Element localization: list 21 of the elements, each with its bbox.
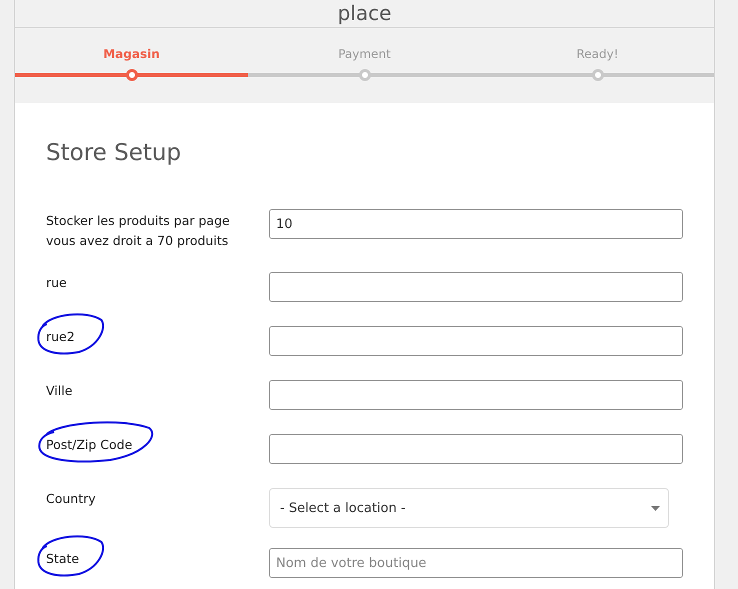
- input-field[interactable]: [269, 380, 683, 410]
- field-label: Post/Zip Code: [46, 436, 134, 454]
- input-field[interactable]: Nom de votre boutique: [269, 548, 683, 578]
- field-label: Ville: [46, 382, 74, 400]
- field-label: rue2: [46, 328, 76, 346]
- step-label[interactable]: Magasin: [103, 47, 160, 65]
- field-hint: vous avez droit a 70 produits: [46, 232, 230, 250]
- field-label: Stocker les produits par page: [46, 212, 231, 230]
- caret-icon: [651, 506, 660, 510]
- input-field[interactable]: [269, 272, 683, 302]
- field-label: Country: [46, 490, 97, 508]
- form-title: Store Setup: [46, 140, 182, 166]
- field-label: State: [46, 550, 80, 568]
- input-field[interactable]: [269, 326, 683, 356]
- step-label[interactable]: Ready!: [576, 47, 619, 65]
- input-field[interactable]: [269, 434, 683, 464]
- step-label[interactable]: Payment: [338, 47, 391, 65]
- input-field[interactable]: 10: [269, 209, 683, 239]
- location-select[interactable]: - Select a location -: [269, 488, 669, 528]
- field-label: rue: [46, 274, 68, 292]
- page-title: place: [338, 1, 392, 25]
